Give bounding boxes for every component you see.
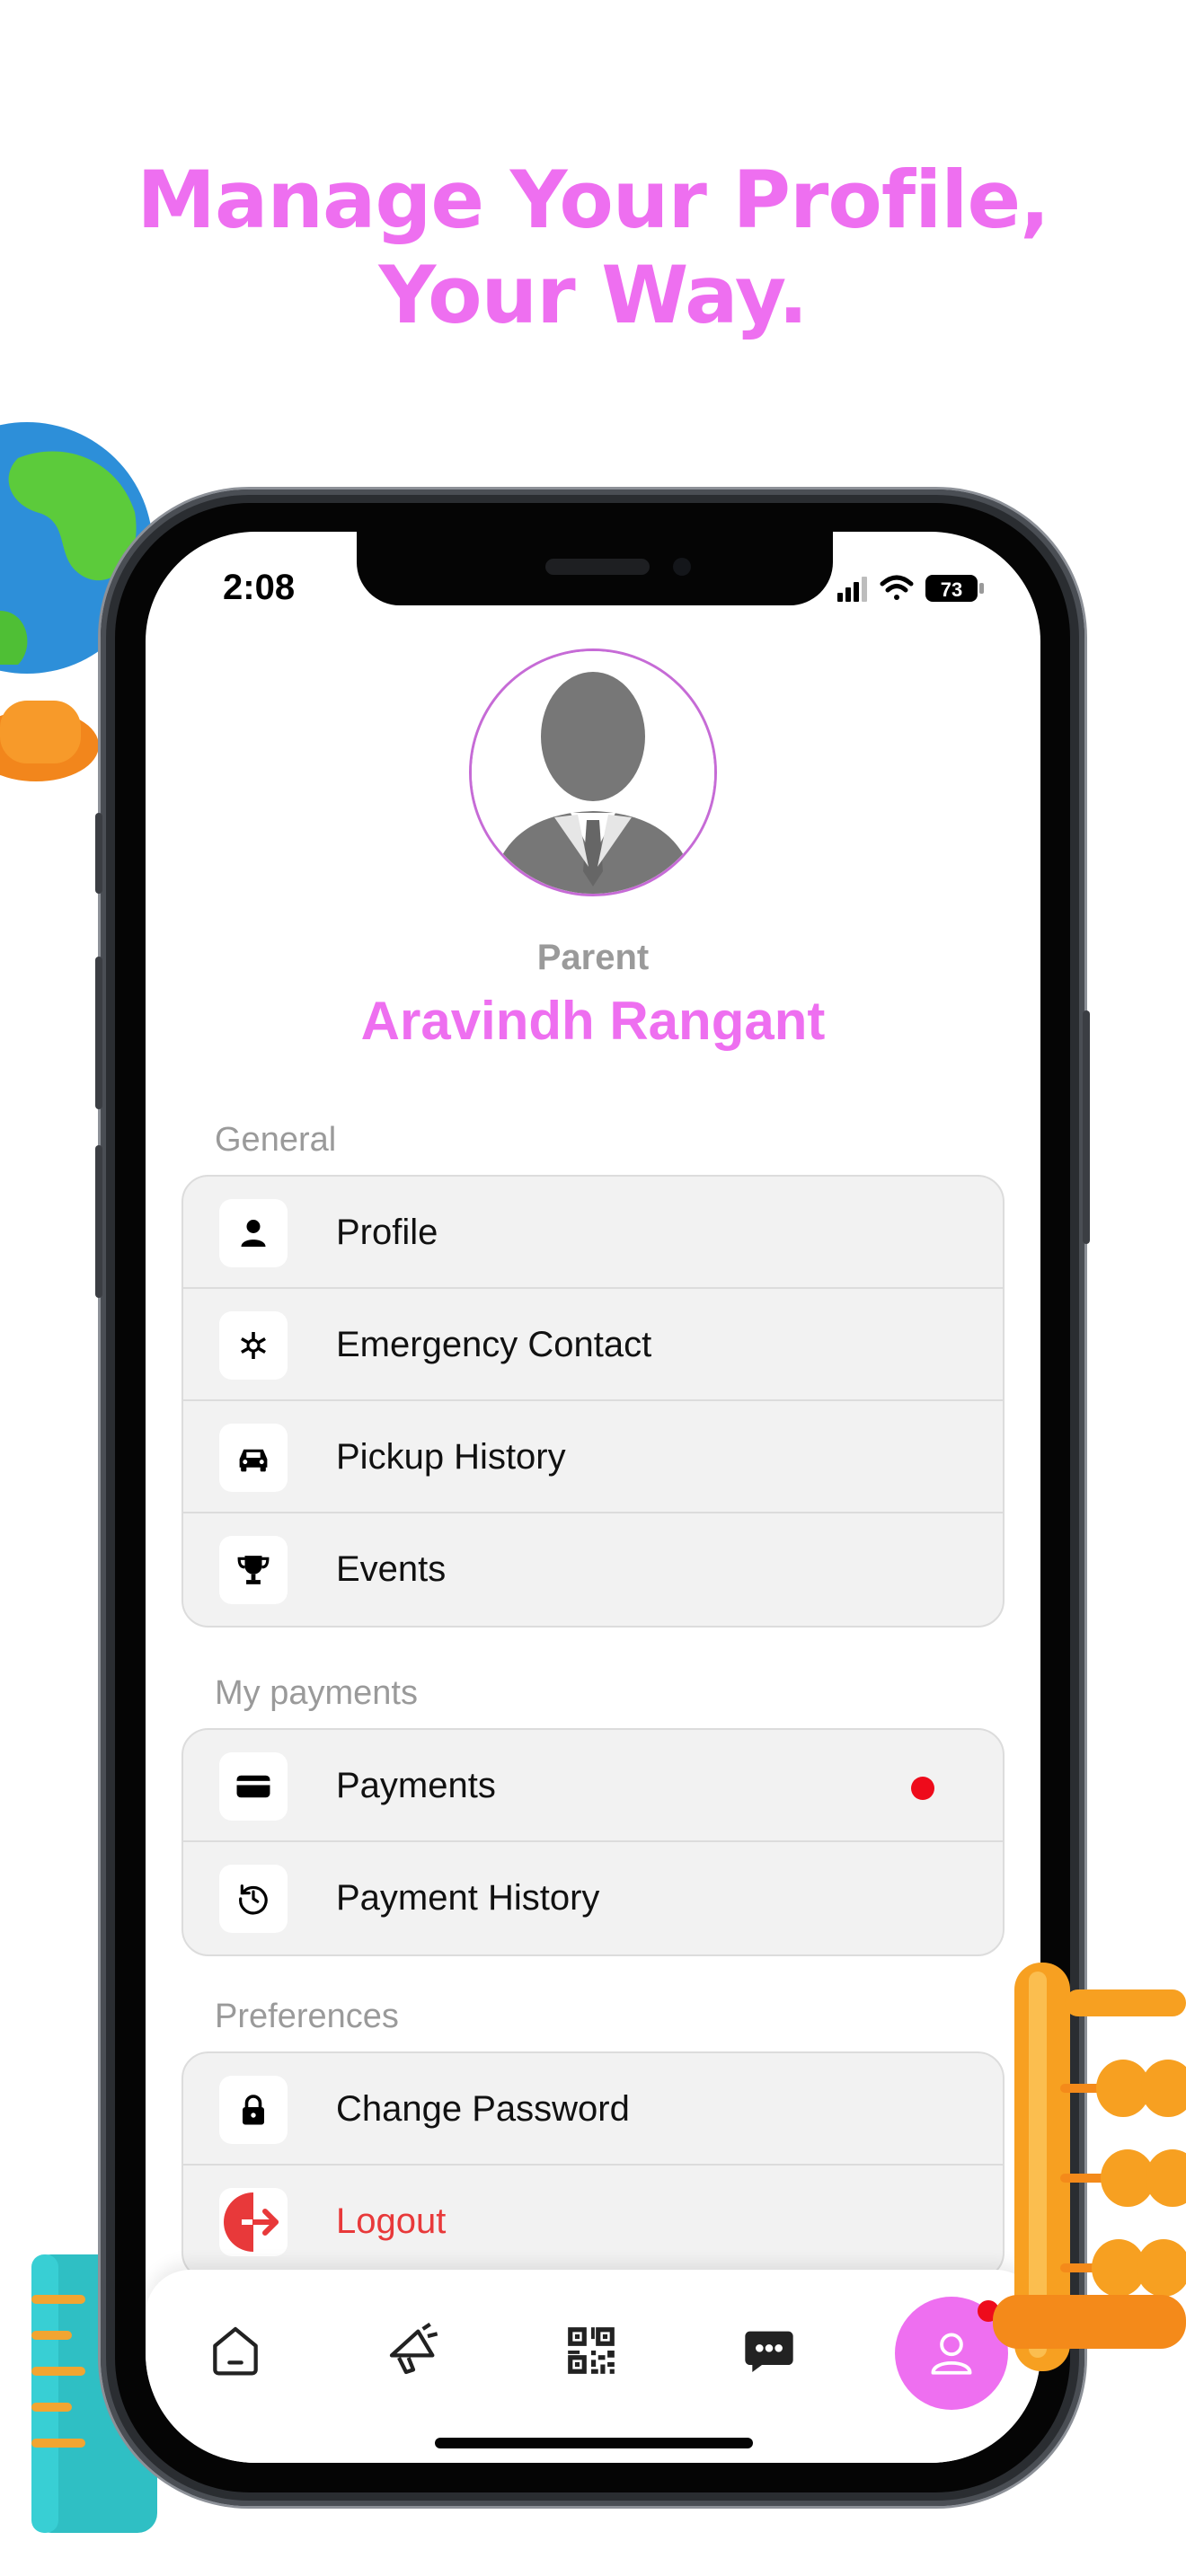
history-icon <box>219 1865 288 1933</box>
tab-qr-code[interactable] <box>555 2315 627 2386</box>
tab-home[interactable] <box>199 2315 271 2386</box>
menu-item-label: Payment History <box>336 1878 600 1918</box>
user-name: Aravindh Rangant <box>360 991 826 1051</box>
menu-item-label: Change Password <box>336 2089 630 2129</box>
home-icon <box>213 2326 258 2376</box>
bottom-tab-bar <box>146 2270 1040 2463</box>
abacus-illustration <box>993 1963 1186 2371</box>
side-button-mute <box>95 813 102 894</box>
section-title-payments: My payments <box>215 1674 418 1712</box>
profile-icon <box>931 2333 972 2375</box>
menu-item-label: Emergency Contact <box>336 1325 652 1364</box>
menu-item-payment-history[interactable]: Payment History <box>183 1842 1003 1954</box>
logout-icon <box>219 2188 288 2256</box>
status-time: 2:08 <box>223 568 296 607</box>
menu-item-label: Logout <box>336 2201 447 2241</box>
menu-item-payments[interactable]: Payments <box>183 1730 1003 1842</box>
battery-icon: 73 <box>925 575 984 602</box>
menu-item-label: Pickup History <box>336 1437 566 1477</box>
user-role: Parent <box>536 938 650 977</box>
avatar[interactable] <box>469 648 717 896</box>
lock-icon <box>219 2076 288 2144</box>
payments-card: Payments Payment History <box>181 1728 1005 1956</box>
side-button-volume-down <box>95 1145 102 1298</box>
wifi-icon <box>880 575 914 600</box>
svg-text:73: 73 <box>941 578 962 601</box>
menu-item-label: Profile <box>336 1213 438 1252</box>
headline-line-1: Manage Your Profile, <box>137 154 1049 246</box>
front-camera <box>673 558 691 576</box>
menu-item-profile[interactable]: Profile <box>183 1177 1003 1289</box>
menu-item-label: Events <box>336 1549 447 1589</box>
side-button-power <box>1083 1010 1090 1244</box>
trophy-icon <box>219 1536 288 1604</box>
general-card: Profile Emergency Contact Pickup History… <box>181 1175 1005 1628</box>
headline-line-2: Your Way. <box>378 249 808 341</box>
silhouette-icon <box>472 651 714 894</box>
menu-item-logout[interactable]: Logout <box>183 2166 1003 2278</box>
notification-dot <box>911 1777 934 1800</box>
person-icon <box>219 1199 288 1267</box>
dynamic-notch <box>357 532 833 605</box>
tab-messages[interactable] <box>733 2315 805 2386</box>
card-icon <box>219 1752 288 1821</box>
speaker-grille <box>545 559 650 575</box>
menu-item-emergency-contact[interactable]: Emergency Contact <box>183 1289 1003 1401</box>
medical-star-icon <box>219 1311 288 1380</box>
menu-item-pickup-history[interactable]: Pickup History <box>183 1401 1003 1513</box>
preferences-card: Change Password Logout <box>181 2051 1005 2280</box>
section-title-general: General <box>215 1121 337 1159</box>
qr-code-icon <box>568 2327 615 2374</box>
menu-item-change-password[interactable]: Change Password <box>183 2053 1003 2166</box>
home-indicator <box>435 2438 753 2448</box>
signal-icon <box>837 577 867 602</box>
status-icons: 73 <box>837 575 984 602</box>
car-icon <box>219 1424 288 1492</box>
menu-item-label: Payments <box>336 1766 496 1805</box>
menu-item-events[interactable]: Events <box>183 1513 1003 1626</box>
megaphone-icon <box>389 2322 438 2375</box>
promo-headline: Manage Your Profile, Your Way. <box>0 153 1186 343</box>
chat-icon <box>745 2331 793 2372</box>
side-button-volume-up <box>95 957 102 1109</box>
section-title-preferences: Preferences <box>215 1998 399 2035</box>
app-screen: 2:08 73 Parent Aravindh Rangant General … <box>146 532 1040 2463</box>
tab-announcements[interactable] <box>377 2315 449 2386</box>
